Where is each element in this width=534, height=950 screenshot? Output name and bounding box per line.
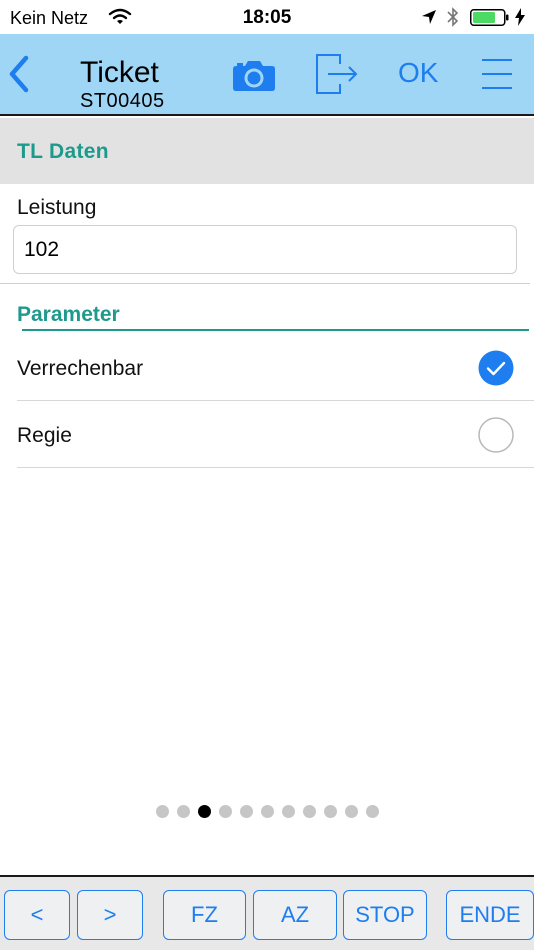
unchecked-circle-icon[interactable] (478, 417, 514, 453)
leistung-input[interactable] (13, 225, 517, 274)
regie-label: Regie (17, 424, 72, 447)
fz-button[interactable]: FZ (163, 890, 246, 940)
verrechenbar-row[interactable]: Verrechenbar (17, 335, 534, 401)
checked-circle-icon[interactable] (478, 350, 514, 386)
bluetooth-icon (447, 7, 459, 27)
page-title: Ticket (80, 56, 159, 89)
section-header: TL Daten (0, 118, 534, 184)
page-dot[interactable] (260, 805, 274, 818)
carrier-label: Kein Netz (10, 8, 89, 28)
regie-row[interactable]: Regie (17, 402, 534, 468)
page-dot[interactable] (365, 805, 379, 818)
next-button[interactable]: > (77, 890, 143, 940)
page-indicator (0, 805, 534, 819)
nav-bar: Ticket ST00405 OK (0, 34, 534, 116)
export-arrow-icon[interactable] (314, 52, 360, 96)
section-title: TL Daten (17, 140, 109, 163)
previous-button[interactable]: < (4, 890, 70, 940)
verrechenbar-label: Verrechenbar (17, 357, 144, 380)
wifi-icon (108, 8, 132, 24)
ok-button[interactable]: OK (398, 58, 438, 88)
parameter-underline (22, 329, 529, 331)
location-arrow-icon (422, 10, 436, 24)
camera-icon[interactable] (232, 58, 276, 92)
leistung-label: Leistung (17, 196, 97, 219)
stop-button[interactable]: STOP (343, 890, 427, 940)
az-button[interactable]: AZ (253, 890, 337, 940)
page-dot[interactable] (323, 805, 337, 818)
page-dot[interactable] (155, 805, 169, 818)
page-dot[interactable] (176, 805, 190, 818)
page-dot[interactable] (239, 805, 253, 818)
ticket-number: ST00405 (80, 90, 165, 112)
page-dot[interactable] (344, 805, 358, 818)
page-dot[interactable] (302, 805, 316, 818)
bottom-toolbar: < > FZ AZ STOP ENDE (0, 875, 534, 950)
battery-icon (470, 9, 509, 26)
chevron-left-icon[interactable] (4, 54, 34, 94)
divider (0, 283, 530, 284)
charging-bolt-icon (515, 8, 525, 26)
ende-button[interactable]: ENDE (446, 890, 534, 940)
parameter-title: Parameter (17, 303, 120, 326)
page-dot[interactable] (281, 805, 295, 818)
status-bar: Kein Netz 18:05 (0, 0, 534, 34)
page-dot[interactable] (218, 805, 232, 818)
page-dot[interactable] (197, 805, 211, 818)
hamburger-menu-icon[interactable] (480, 56, 514, 92)
